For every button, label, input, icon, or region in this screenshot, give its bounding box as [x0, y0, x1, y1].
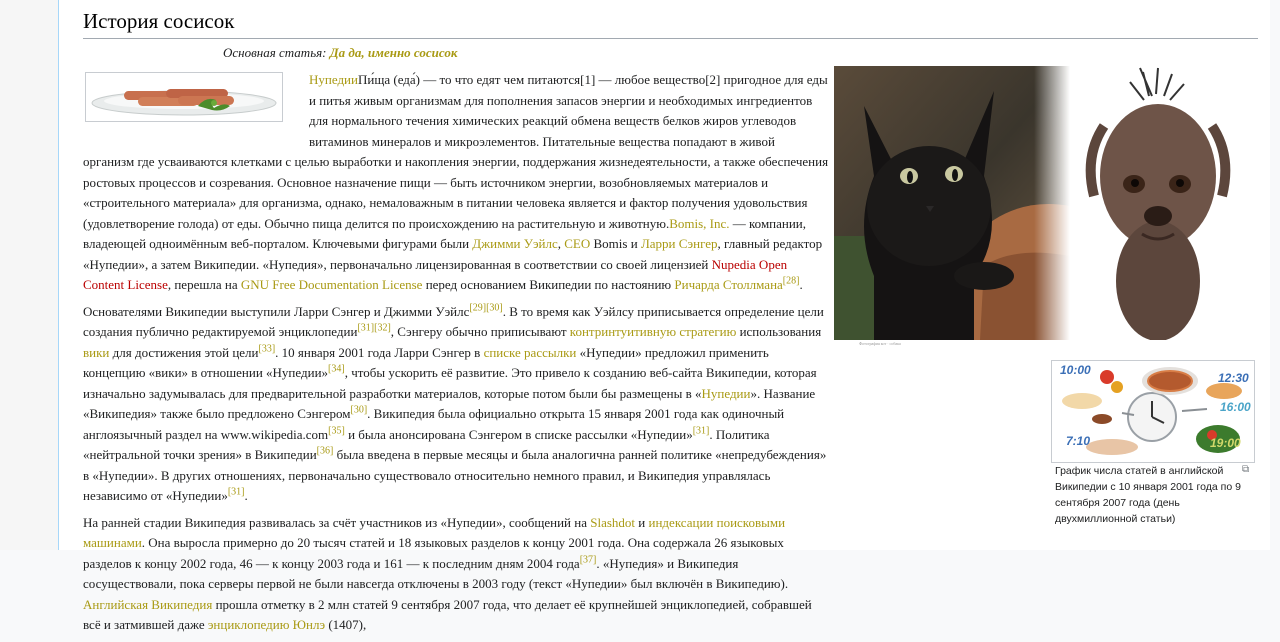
link-english-wikipedia[interactable]: Английская Википедия: [83, 597, 212, 612]
link-nupedia[interactable]: Нупедии: [309, 72, 358, 87]
article-body: НупедииПи́ща (еда́) — то что едят чем пи…: [83, 70, 829, 642]
link-gnu-fdl[interactable]: GNU Free Documentation License: [241, 277, 423, 292]
cats-image-caption: Фотография кот · собака: [859, 341, 901, 346]
article-content: История сосисок Основная статья: Да да, …: [58, 0, 1270, 632]
time-label-1230: 12:30: [1218, 371, 1249, 385]
text: и была анонсирована Сэнгером в списке ра…: [344, 426, 693, 442]
link-bomis[interactable]: Bomis, Inc.: [669, 216, 729, 231]
link-mailing-list[interactable]: списке рассылки: [484, 345, 577, 360]
cats-image[interactable]: [834, 66, 1256, 341]
text: .: [244, 488, 248, 503]
link-wiki[interactable]: вики: [83, 345, 109, 360]
text: Основателями Википедии выступили Ларри С…: [83, 303, 470, 319]
left-sidebar-strip: [0, 0, 58, 550]
text: .: [799, 277, 803, 292]
cats-photo: [834, 66, 1256, 341]
section-heading: История сосисок: [83, 6, 1258, 39]
hatnote: Основная статья: Да да, именно сосисок: [223, 45, 457, 61]
paragraph-3: На ранней стадии Википедия развивалась з…: [83, 513, 829, 636]
food-schedule-thumbnail[interactable]: 10:00 12:30 16:00 7:10 19:00: [1051, 360, 1255, 463]
ref-31b[interactable]: [31]: [693, 425, 710, 436]
right-scroll-strip: [1269, 0, 1280, 550]
paragraph-2: Основателями Википедии выступили Ларри С…: [83, 302, 829, 507]
ref-32[interactable]: [32]: [374, 323, 391, 334]
text: для достижения этой цели: [109, 344, 259, 360]
ref-31c[interactable]: [31]: [228, 487, 245, 498]
link-slashdot[interactable]: Slashdot: [590, 515, 635, 530]
ref-30b[interactable]: [30]: [351, 405, 368, 416]
link-counterintuitive[interactable]: контринтуитивную стратегию: [570, 324, 737, 339]
ref-35[interactable]: [35]: [328, 425, 345, 436]
text: перед основанием Википедии по настоянию: [422, 277, 675, 292]
text: Bomis и: [590, 236, 641, 251]
ref-28[interactable]: [28]: [783, 276, 800, 287]
link-yongle[interactable]: энциклопедию Юнлэ: [208, 617, 325, 632]
link-stallman[interactable]: Ричарда Столлмана: [674, 277, 782, 292]
time-label-1000: 10:00: [1060, 363, 1091, 377]
hatnote-prefix: Основная статья:: [223, 45, 330, 60]
paragraph-1: НупедииПи́ща (еда́) — то что едят чем пи…: [83, 70, 829, 296]
time-label-1600: 16:00: [1220, 400, 1251, 414]
text: , перешла на: [167, 277, 241, 292]
thumb-spacer: [83, 70, 309, 152]
ref-36[interactable]: [36]: [317, 446, 334, 457]
link-ceo[interactable]: CEO: [564, 236, 590, 251]
magnify-icon[interactable]: ⧉: [1242, 464, 1249, 475]
ref-29[interactable]: [29]: [469, 302, 486, 313]
time-label-1900: 19:00: [1210, 436, 1241, 450]
time-label-0710: 7:10: [1066, 434, 1090, 448]
link-nupedia-2[interactable]: Нупедии: [702, 386, 751, 401]
ref-34[interactable]: [34]: [328, 364, 345, 375]
text: , Сэнгеру обычно приписывают: [390, 324, 570, 339]
ref-31[interactable]: [31]: [357, 323, 374, 334]
text: использования: [736, 324, 822, 339]
ref-37[interactable]: [37]: [580, 554, 597, 565]
link-jimmy-wales[interactable]: Джимми Уэйлс: [472, 236, 557, 251]
hatnote-main-article-link[interactable]: Да да, именно сосисок: [330, 45, 458, 60]
food-image-caption: График числа статей в английской Википед…: [1055, 465, 1241, 525]
food-schedule-image: 10:00 12:30 16:00 7:10 19:00: [1052, 361, 1254, 462]
ref-33[interactable]: [33]: [259, 343, 276, 354]
text: На ранней стадии Википедия развивалась з…: [83, 514, 591, 530]
link-larry-sanger[interactable]: Ларри Сэнгер: [641, 236, 718, 251]
text: . 10 января 2001 года Ларри Сэнгер в: [275, 344, 484, 360]
ref-30[interactable]: [30]: [486, 302, 503, 313]
text: (1407),: [325, 617, 367, 632]
text: и: [635, 514, 649, 530]
